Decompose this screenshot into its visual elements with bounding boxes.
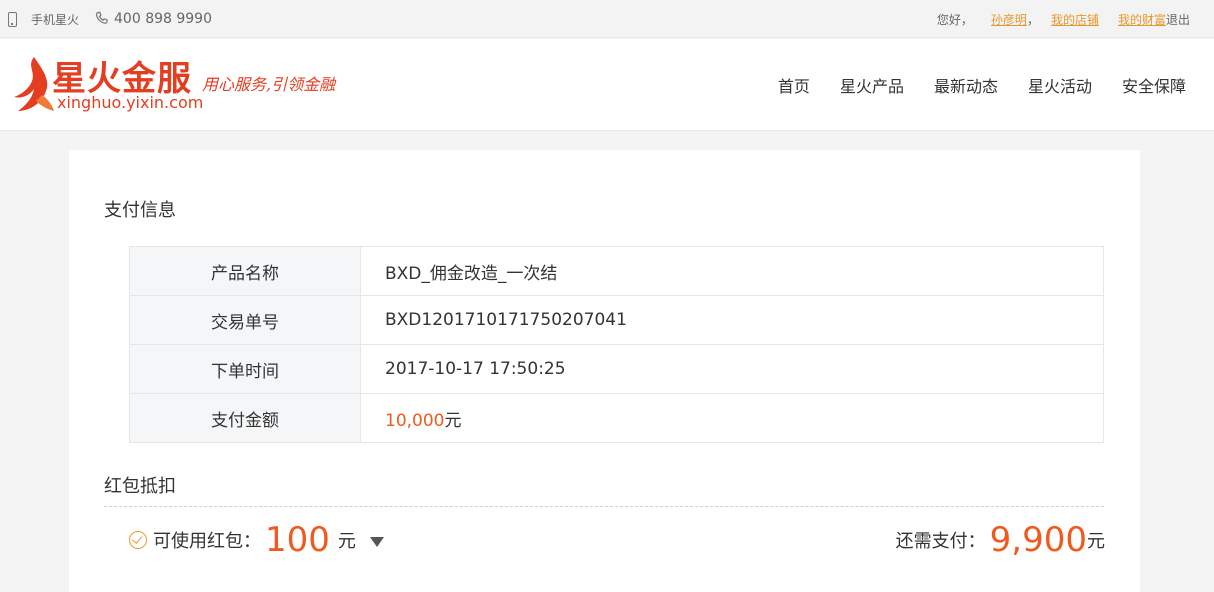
payment-info-table: 产品名称 BXD_佣金改造_一次结 交易单号 BXD12017101717502… [129,246,1104,443]
amount-due-value: 9,900 [989,520,1087,560]
mobile-app-link[interactable]: 手机星火 [31,11,79,28]
nav-products[interactable]: 星火产品 [840,73,904,97]
pay-amount-cell: 10,000元 [360,393,1104,443]
nav-activities[interactable]: 星火活动 [1028,73,1092,97]
order-number-label: 交易单号 [129,295,361,345]
brand-slogan: 用心服务,引领金融 [202,75,336,94]
order-time-label: 下单时间 [129,344,361,394]
red-packet-selector[interactable]: 可使用红包： 100 元 [129,514,384,566]
flame-logo-icon [14,57,54,111]
table-row: 产品名称 BXD_佣金改造_一次结 [129,246,1104,296]
payment-card: 支付信息 产品名称 BXD_佣金改造_一次结 交易单号 BXD120171017… [69,150,1140,592]
table-row: 交易单号 BXD1201710171750207041 [129,295,1104,345]
telephone-icon [95,11,108,24]
top-bar: 手机星火 400 898 9990 您好， 孙彦明 ， 我的店铺 我的财富 退出 [0,0,1214,38]
nav-news[interactable]: 最新动态 [934,73,998,97]
available-red-packet-label: 可使用红包： [153,531,261,552]
brand-domain: xinghuo.yixin.com [57,93,204,112]
order-number-value: BXD1201710171750207041 [360,295,1104,345]
check-circle-icon[interactable] [129,531,147,549]
amount-due-label: 还需支付： [895,531,986,552]
mobile-phone-icon[interactable] [8,11,17,27]
nav-security[interactable]: 安全保障 [1122,73,1186,97]
hotline-number: 400 898 9990 [114,11,212,27]
my-wealth-link[interactable]: 我的财富 [1118,11,1166,28]
product-name-value: BXD_佣金改造_一次结 [360,246,1104,296]
logout-link[interactable]: 退出 [1166,11,1190,28]
available-red-packet-unit: 元 [337,531,356,552]
order-time-value: 2017-10-17 17:50:25 [360,344,1104,394]
amount-due-unit: 元 [1087,531,1105,552]
username-link[interactable]: 孙彦明 [991,11,1027,28]
payment-info-title: 支付信息 [104,200,176,221]
greeting-text: 您好， [936,12,973,27]
top-bar-right: 您好， 孙彦明 ， 我的店铺 我的财富 退出 [937,0,1190,38]
red-packet-title: 红包抵扣 [104,476,176,497]
available-red-packet-value: 100 [265,520,330,560]
separator-comma: ， [1026,12,1039,27]
site-header: 星火金服 用心服务,引领金融 xinghuo.yixin.com 首页 星火产品… [0,39,1214,131]
table-row: 支付金额 10,000元 [129,393,1104,443]
pay-amount-label: 支付金额 [129,393,361,443]
main-nav: 首页 星火产品 最新动态 星火活动 安全保障 [748,39,1186,131]
nav-home[interactable]: 首页 [778,73,810,97]
amount-due: 还需支付： 9,900 元 [896,514,1105,566]
table-row: 下单时间 2017-10-17 17:50:25 [129,344,1104,394]
pay-amount-value: 10,000 [385,410,445,431]
pay-amount-unit: 元 [444,410,462,431]
caret-down-icon[interactable] [369,536,384,547]
my-shop-link[interactable]: 我的店铺 [1051,11,1099,28]
product-name-label: 产品名称 [129,246,361,296]
dashed-divider [104,506,1104,507]
top-bar-left: 手机星火 400 898 9990 [8,0,212,38]
site-logo[interactable]: 星火金服 用心服务,引领金融 xinghuo.yixin.com [12,53,352,117]
